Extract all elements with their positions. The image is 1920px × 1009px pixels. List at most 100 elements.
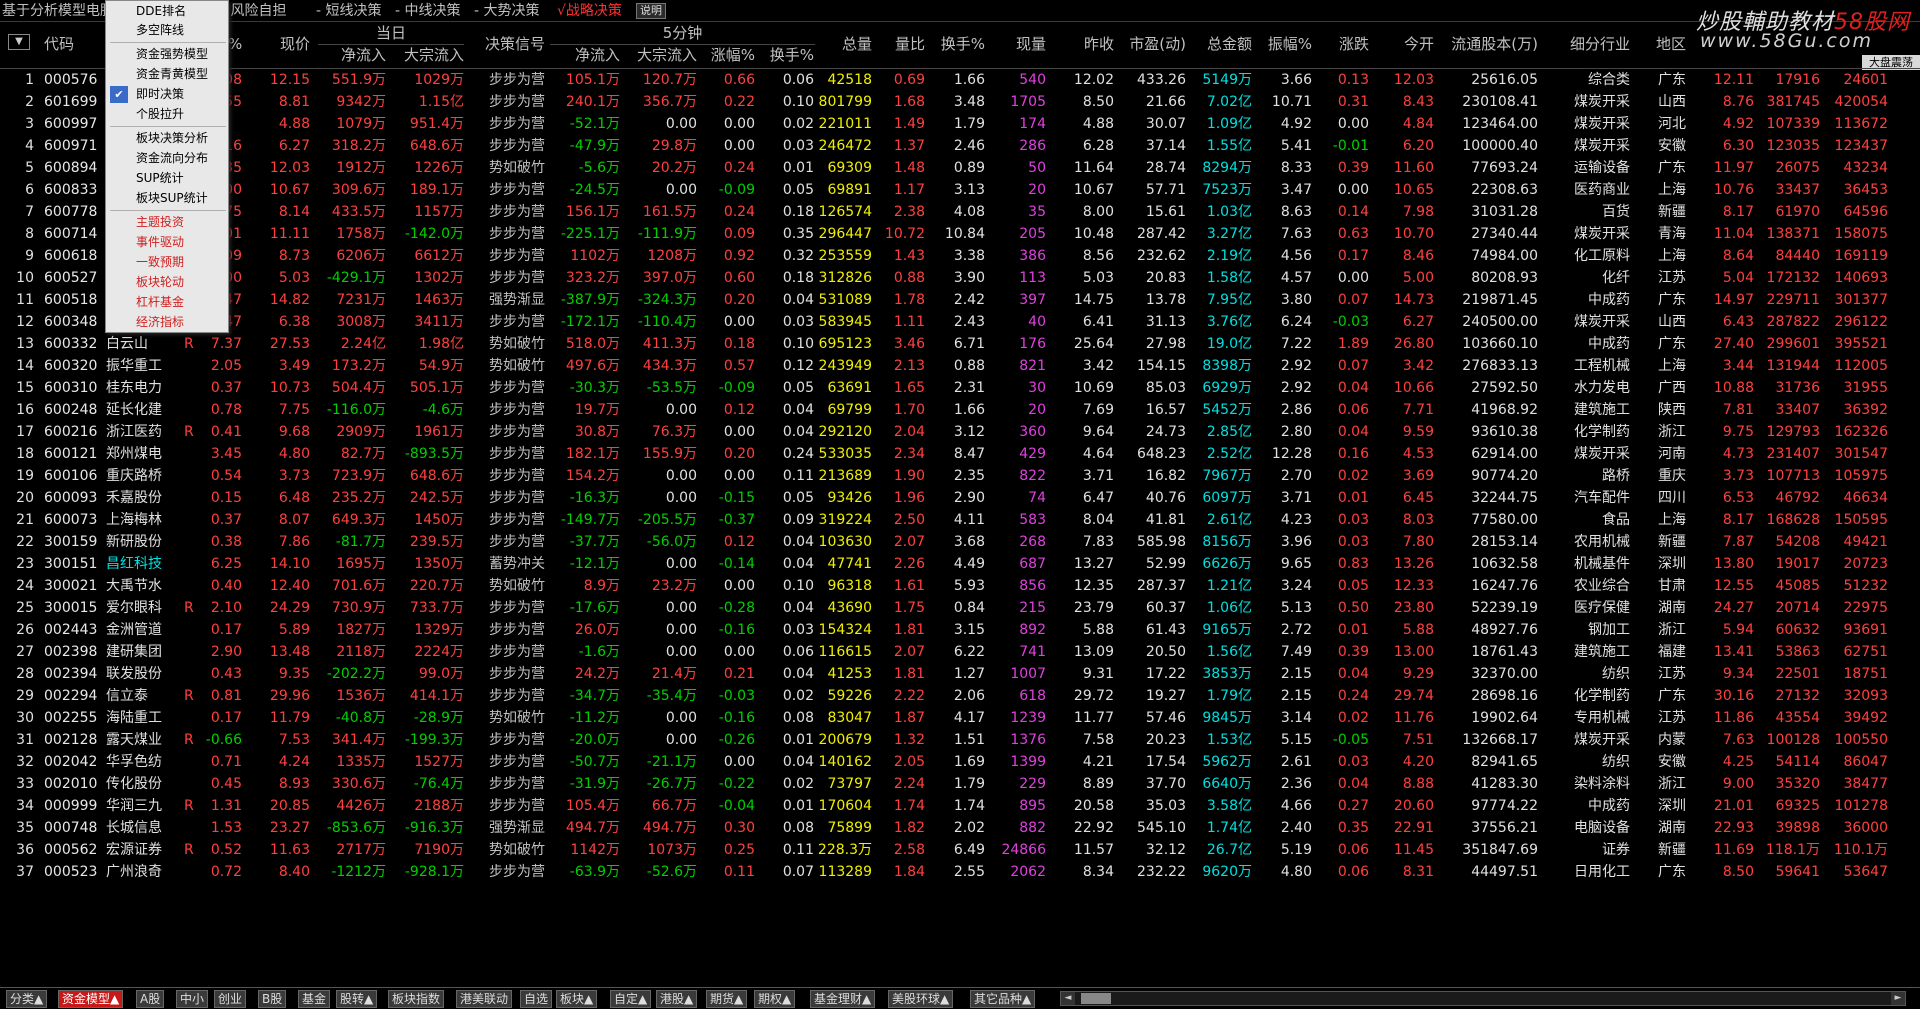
menu-item-long-short[interactable]: 多空阵线 [106,21,230,40]
col-price[interactable]: 现价 [250,22,310,69]
table-row[interactable]: 31 002128 露天煤业 R -0.66 7.53 341.4万 -199.3万 步步为营 -… [0,729,1920,751]
table-row[interactable]: 9 600618 09 8.73 6206万 6612万 步步为营 1102万 1208万 0.9… [0,245,1920,267]
table-row[interactable]: 34 000999 华润三九 R 1.31 20.85 4426万 2188万 步步为营 105.… [0,795,1920,817]
table-row[interactable]: 6 600833 00 10.67 309.6万 189.1万 步步为营 -24.5万 0.00… [0,179,1920,201]
table-row[interactable]: 21 600073 上海梅林 0.37 8.07 649.3万 1450万 步步为营 -149.… [0,509,1920,531]
table-row[interactable]: 24 300021 大禹节水 0.40 12.40 701.6万 220.7万 势如破竹 8.9… [0,575,1920,597]
menu-item-sector-rotation[interactable]: 板块轮动 [106,273,230,292]
menu-item-sup-stats[interactable]: SUP统计 [106,169,230,188]
table-row[interactable]: 4 600971 16 6.27 318.2万 648.6万 步步为营 -47.9万 29.8万… [0,135,1920,157]
short-line-tab[interactable]: - 短线决策 [316,0,382,22]
table-row[interactable]: 7 600778 75 8.14 433.5万 1157万 步步为营 156.1万 161.5万… [0,201,1920,223]
col-amount[interactable]: 总金额 [1190,22,1252,69]
table-row[interactable]: 8 600714 01 11.11 1758万 -142.0万 步步为营 -225.1万 -11… [0,223,1920,245]
column-menu-icon[interactable]: ▼ [8,34,30,50]
col-amplitude[interactable]: 振幅% [1256,22,1312,69]
bottom-tab[interactable]: B股 [258,990,287,1008]
table-row[interactable]: 10 600527 00 5.03 -429.1万 1302万 步步为营 323.2万 397.… [0,267,1920,289]
menu-item-event-driven[interactable]: 事件驱动 [106,233,230,252]
table-row[interactable]: 27 002398 建研集团 2.90 13.48 2118万 2224万 步步为营 -1.6万… [0,641,1920,663]
table-row[interactable]: 32 002042 华孚色纺 0.71 4.24 1335万 1527万 步步为营 -50.7万… [0,751,1920,773]
col-updown[interactable]: 涨跌 [1316,22,1369,69]
bottom-tab[interactable]: 资金模型▲ [58,990,124,1008]
trend-tab[interactable]: - 大势决策 [474,0,540,22]
bottom-tab[interactable]: 板块指数 [388,990,445,1008]
menu-item-dde-rank[interactable]: DDE排名 [106,2,230,21]
scroll-thumb[interactable] [1081,993,1111,1004]
menu-item-leveraged-fund[interactable]: 杠杆基金 [106,293,230,312]
menu-item-sector-sup-stats[interactable]: 板块SUP统计 [106,189,230,208]
table-row[interactable]: 13 600332 白云山 R 7.37 27.53 2.24亿 1.98亿 势如破竹 518.0… [0,333,1920,355]
table-row[interactable]: 28 002394 联发股份 0.43 9.35 -202.2万 99.0万 步步为营 24.2… [0,663,1920,685]
table-row[interactable]: 37 000523 广州浪奇 0.72 8.40 -1212万 -928.1万 步步为营 -63… [0,861,1920,883]
menu-item-economic-index[interactable]: 经济指标 [106,313,230,332]
col-code[interactable]: 代码 [44,22,84,69]
mid-line-tab[interactable]: - 中线决策 [395,0,461,22]
bottom-tab[interactable]: 中小 [176,990,209,1008]
col-rise-5m[interactable]: 涨幅% [700,44,755,67]
table-row[interactable]: 5 600894 35 12.03 1912万 1226万 势如破竹 -5.6万 20.2万 0.… [0,157,1920,179]
table-row[interactable]: 11 600518 47 14.82 7231万 1463万 强势渐显 -387.9万 -324… [0,289,1920,311]
col-signal[interactable]: 决策信号 [470,22,545,69]
table-row[interactable]: 22 300159 新研股份 0.38 7.86 -81.7万 239.5万 步步为营 -37.… [0,531,1920,553]
col-turn-5m[interactable]: 换手% [758,44,814,67]
table-row[interactable]: 12 600348 47 6.38 3008万 3411万 步步为营 -172.1万 -110.… [0,311,1920,333]
bottom-tab[interactable]: 其它品种▲ [970,990,1036,1008]
bottom-tab[interactable]: 美股环球▲ [888,990,954,1008]
table-row[interactable]: 25 300015 爱尔眼科 R 2.10 24.29 730.9万 733.7万 步步为营 -1… [0,597,1920,619]
bottom-tab[interactable]: 自定▲ [610,990,652,1008]
table-row[interactable]: 1 000576 08 12.15 551.9万 1029万 步步为营 105.1万 120.7… [0,69,1920,91]
bottom-tab[interactable]: 港股▲ [656,990,698,1008]
menu-item-fund-color[interactable]: 资金青黄模型 [106,65,230,84]
bottom-tab[interactable]: 股转▲ [336,990,378,1008]
strategy-tab[interactable]: √战略决策 [557,0,622,22]
table-row[interactable]: 19 600106 重庆路桥 0.54 3.73 723.9万 648.6万 步步为营 154.… [0,465,1920,487]
bottom-tab[interactable]: 港美联动 [456,990,513,1008]
col-region[interactable]: 地区 [1640,22,1686,69]
col-big-in-5m[interactable]: 大宗流入 [622,44,697,67]
table-row[interactable]: 35 000748 长城信息 1.53 23.27 -853.6万 -916.3万 强势渐显 4… [0,817,1920,839]
col-turnover[interactable]: 换手% [930,22,985,69]
menu-item-sector-analysis[interactable]: 板块决策分析 [106,129,230,148]
col-big-in[interactable]: 大宗流入 [388,44,464,67]
table-row[interactable]: 23 300151 昌红科技 6.25 14.10 1695万 1350万 蓄势冲关 -12.1… [0,553,1920,575]
bottom-tab[interactable]: 创业 [214,990,247,1008]
table-row[interactable]: 33 002010 传化股份 0.45 8.93 330.6万 -76.4万 步步为营 -31.… [0,773,1920,795]
horizontal-scrollbar[interactable]: ◄ ► [1060,991,1906,1006]
scroll-right-icon[interactable]: ► [1891,992,1905,1005]
col-prev-close[interactable]: 昨收 [1050,22,1114,69]
bottom-tab[interactable]: 基金 [298,990,331,1008]
col-pct[interactable]: % [228,22,242,69]
table-row[interactable]: 36 000562 宏源证券 R 0.52 11.63 2717万 7190万 势如破竹 1142… [0,839,1920,861]
menu-item-fund-flow[interactable]: 资金流向分布 [106,149,230,168]
table-row[interactable]: 3 600997 4.88 1079万 951.4万 步步为营 -52.1万 0.00 0.00… [0,113,1920,135]
col-cur-vol[interactable]: 现量 [988,22,1046,69]
col-net-in[interactable]: 净流入 [316,44,386,67]
table-row[interactable]: 17 600216 浙江医药 R 0.41 9.68 2909万 1961万 步步为营 30.8万… [0,421,1920,443]
col-open[interactable]: 今开 [1374,22,1434,69]
menu-item-fund-strength[interactable]: 资金强势模型 [106,45,230,64]
col-float-shares[interactable]: 流通股本(万) [1438,22,1538,69]
menu-item-stock-rise[interactable]: 个股拉升 [106,105,230,124]
table-row[interactable]: 20 600093 禾嘉股份 0.15 6.48 235.2万 242.5万 步步为营 -16.… [0,487,1920,509]
bottom-tab[interactable]: A股 [136,990,165,1008]
table-row[interactable]: 14 600320 振华重工 2.05 3.49 173.2万 54.9万 势如破竹 497.6… [0,355,1920,377]
menu-item-theme-invest[interactable]: 主题投资 [106,213,230,232]
table-row[interactable]: 2 601699 55 8.81 9342万 1.15亿 步步为营 240.1万 356.7万 0… [0,91,1920,113]
table-row[interactable]: 30 002255 海陆重工 0.17 11.79 -40.8万 -28.9万 势如破竹 -11… [0,707,1920,729]
table-row[interactable]: 18 600121 郑州煤电 3.45 4.80 82.7万 -893.5万 步步为营 182.… [0,443,1920,465]
table-row[interactable]: 29 002294 信立泰 R 0.81 29.96 1536万 414.1万 步步为营 -34.… [0,685,1920,707]
bottom-tab[interactable]: 板块▲ [556,990,598,1008]
col-industry[interactable]: 细分行业 [1560,22,1630,69]
table-row[interactable]: 26 002443 金洲管道 0.17 5.89 1827万 1329万 步步为营 26.0万 0… [0,619,1920,641]
col-net-in-5m[interactable]: 净流入 [550,44,620,67]
col-pe[interactable]: 市盈(动) [1118,22,1186,69]
bottom-tab[interactable]: 分类▲ [6,990,48,1008]
menu-item-instant-decision[interactable]: 即时决策 [106,85,230,104]
col-vol-ratio[interactable]: 量比 [875,22,925,69]
bottom-tab[interactable]: 基金理财▲ [810,990,876,1008]
table-row[interactable]: 16 600248 延长化建 0.78 7.75 -116.0万 -4.6万 步步为营 19.7… [0,399,1920,421]
col-volume[interactable]: 总量 [820,22,872,69]
bottom-tab[interactable]: 期权▲ [754,990,796,1008]
table-row[interactable]: 15 600310 桂东电力 0.37 10.73 504.4万 505.1万 步步为营 -30… [0,377,1920,399]
